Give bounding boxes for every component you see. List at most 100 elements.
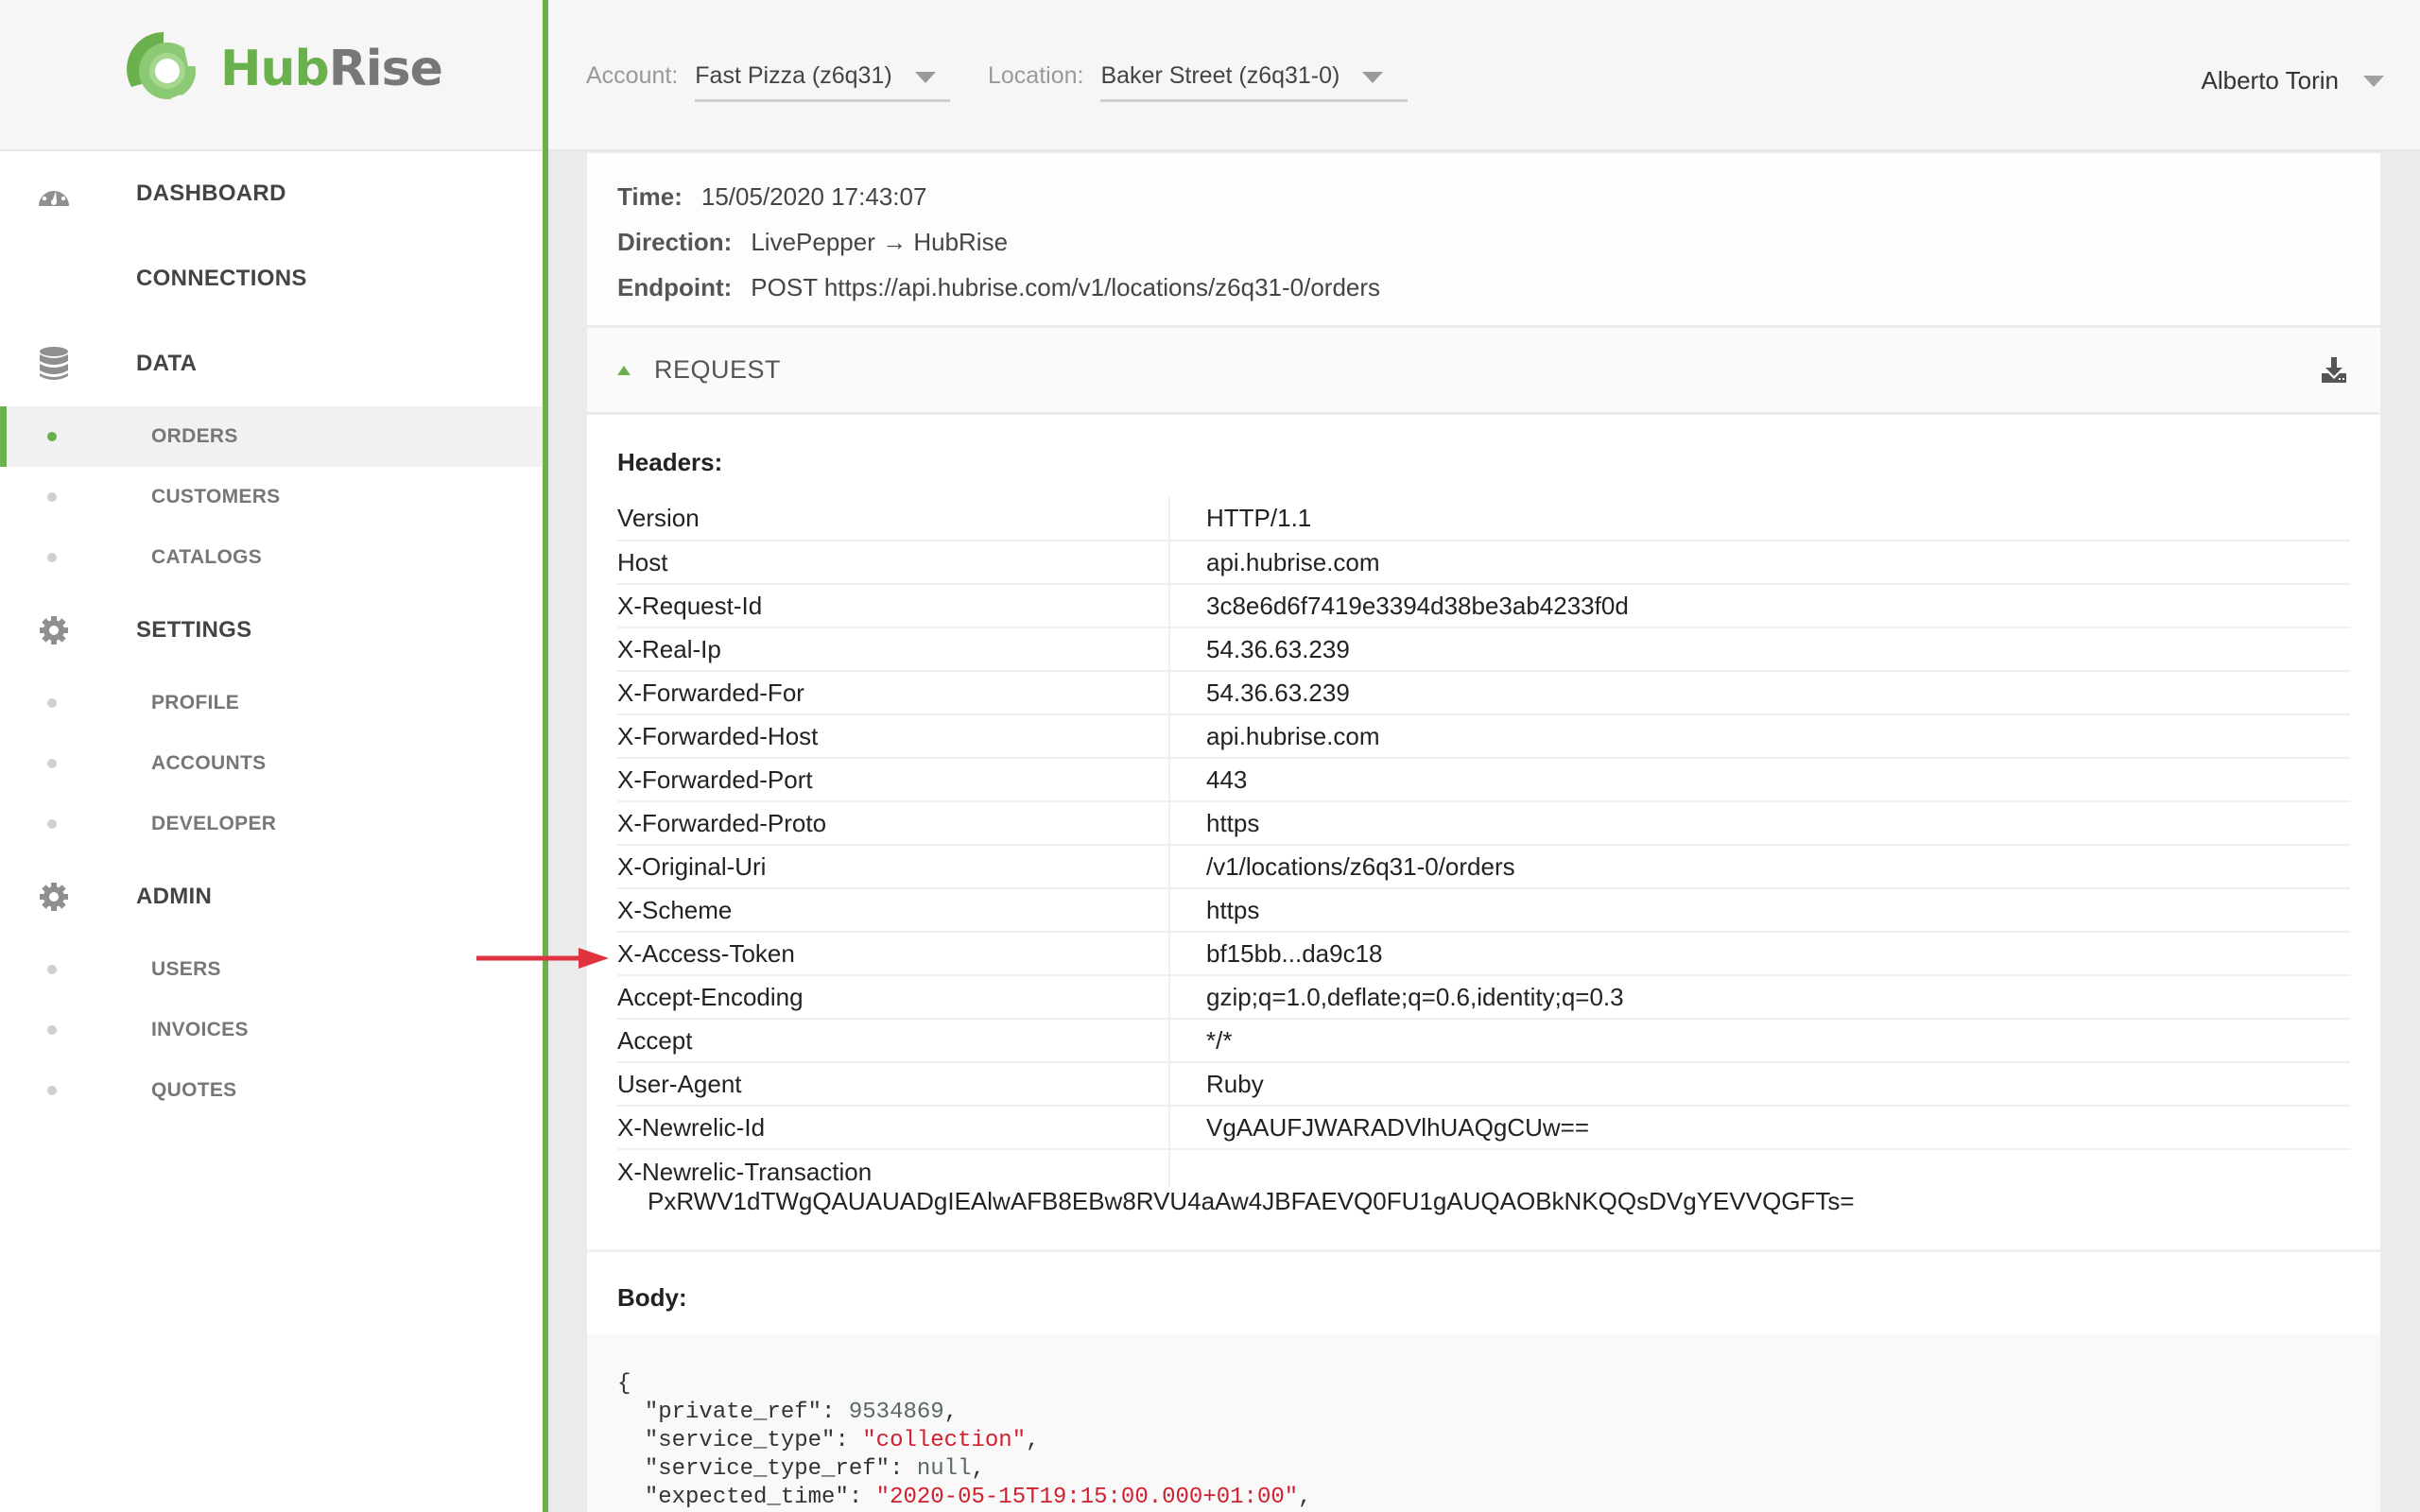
code-value: null — [916, 1456, 972, 1482]
direction-label: Direction: — [617, 228, 733, 256]
header-key: X-Original-Uri — [617, 845, 1170, 889]
direction-value: LivePepper → HubRise — [751, 228, 1009, 256]
sidebar-item-developer[interactable]: DEVELOPER — [0, 794, 543, 854]
collapse-triangle-icon[interactable] — [617, 365, 631, 375]
dashboard-icon — [36, 176, 72, 212]
location-dropdown[interactable]: Baker Street (z6q31-0) — [1100, 57, 1409, 102]
body-title: Body: — [617, 1283, 687, 1312]
chevron-down-icon — [1362, 72, 1384, 83]
code-value: 9534869 — [848, 1400, 944, 1425]
sidebar-accent-divider — [543, 0, 548, 1512]
header-key: X-Newrelic-Id — [617, 1106, 1170, 1150]
direction-row: Direction: LivePepper → HubRise — [617, 219, 2350, 265]
sidebar-item-customers[interactable]: CUSTOMERS — [0, 467, 543, 527]
sidebar-item-connections[interactable]: CONNECTIONS — [0, 236, 543, 321]
user-menu[interactable]: Alberto Torin — [2201, 66, 2384, 95]
dot-icon — [47, 759, 57, 768]
sidebar-item-label: SETTINGS — [136, 617, 252, 643]
request-section-header[interactable]: REQUEST — [587, 328, 2380, 415]
request-body-code: { "private_ref": 9534869, "service_type"… — [587, 1334, 2380, 1512]
account-selector[interactable]: Account: Fast Pizza (z6q31) — [586, 57, 951, 102]
header-key: X-Forwarded-Host — [617, 714, 1170, 759]
dot-icon — [47, 553, 57, 562]
code-line: "private_ref": 9534869, — [617, 1399, 2350, 1427]
header-key: X-Scheme — [617, 888, 1170, 933]
gear-icon — [36, 612, 72, 648]
header-row: X-Forwarded-For 54.36.63.239 — [617, 671, 2350, 715]
dot-icon — [47, 698, 57, 708]
header-row: Accept */* — [617, 1019, 2350, 1063]
code-value: "collection" — [862, 1428, 1027, 1453]
dot-icon — [47, 1086, 57, 1095]
header-key: Accept — [617, 1019, 1170, 1063]
sidebar-item-invoices[interactable]: INVOICES — [0, 1000, 543, 1060]
time-label: Time: — [617, 182, 683, 211]
sidebar-nav: DASHBOARD CONNECTIONS DATA ORDERS CUSTOM… — [0, 151, 543, 1121]
header-value: gzip;q=1.0,deflate;q=0.6,identity;q=0.3 — [1169, 975, 2350, 1020]
header-row: Version HTTP/1.1 — [617, 497, 2350, 541]
code-punct: , — [943, 1400, 959, 1425]
header-key: X-Real-Ip — [617, 627, 1170, 672]
database-icon — [36, 346, 72, 382]
sidebar-item-users[interactable]: USERS — [0, 939, 543, 1000]
user-name: Alberto Torin — [2201, 66, 2340, 94]
sidebar-item-admin[interactable]: ADMIN — [0, 854, 543, 939]
code-key: "service_type" — [644, 1428, 836, 1453]
header-value: api.hubrise.com — [1169, 714, 2350, 759]
log-detail-card: Time: 15/05/2020 17:43:07 Direction: LiveP… — [587, 153, 2380, 1512]
header-key: Host — [617, 541, 1170, 585]
sidebar-item-profile[interactable]: PROFILE — [0, 673, 543, 733]
header-row: User-Agent Ruby — [617, 1062, 2350, 1107]
logo-area: HubRise — [0, 0, 543, 151]
header-key: User-Agent — [617, 1062, 1170, 1107]
header-value: HTTP/1.1 — [1169, 497, 2350, 541]
header-row: Accept-Encoding gzip;q=1.0,deflate;q=0.6,… — [617, 975, 2350, 1020]
account-dropdown[interactable]: Fast Pizza (z6q31) — [695, 57, 951, 102]
header-value: /v1/locations/z6q31-0/orders — [1169, 845, 2350, 889]
code-punct: , — [971, 1456, 985, 1482]
dot-icon — [47, 1025, 57, 1035]
header-value: Ruby — [1169, 1062, 2350, 1107]
sidebar-item-quotes[interactable]: QUOTES — [0, 1060, 543, 1121]
account-value: Fast Pizza (z6q31) — [695, 62, 892, 89]
endpoint-label: Endpoint: — [617, 273, 733, 301]
code-key: "private_ref" — [644, 1400, 822, 1425]
sidebar-item-accounts[interactable]: ACCOUNTS — [0, 733, 543, 794]
sidebar-item-label: PROFILE — [151, 692, 240, 713]
code-punct: : — [821, 1400, 849, 1425]
hubrise-logo-icon — [127, 32, 198, 110]
sidebar-item-orders[interactable]: ORDERS — [0, 406, 543, 467]
sidebar-item-data[interactable]: DATA — [0, 321, 543, 406]
location-value: Baker Street (z6q31-0) — [1100, 62, 1340, 89]
sidebar-item-label: CATALOGS — [151, 546, 263, 568]
location-selector[interactable]: Location: Baker Street (z6q31-0) — [988, 57, 1409, 102]
code-line: "expected_time": "2020-05-15T19:15:00.00… — [617, 1484, 2350, 1512]
sidebar-item-catalogs[interactable]: CATALOGS — [0, 527, 543, 588]
hubrise-logo[interactable]: HubRise — [126, 28, 443, 110]
headers-table: Version HTTP/1.1 Host api.hubrise.com X-Requ… — [617, 497, 2350, 1187]
header-key: X-Request-Id — [617, 584, 1170, 628]
header-key: X-Access-Token — [617, 932, 1170, 976]
sidebar-item-dashboard[interactable]: DASHBOARD — [0, 151, 543, 236]
sidebar-item-label: ORDERS — [151, 425, 238, 447]
sidebar-item-settings[interactable]: SETTINGS — [0, 588, 543, 673]
chevron-down-icon — [2363, 75, 2384, 87]
gear-icon — [36, 879, 72, 915]
header-row: X-Original-Uri/v1/locations/z6q31-0/orde… — [617, 845, 2350, 889]
header-key: X-Forwarded-Port — [617, 758, 1170, 802]
brand-name-part2: Rise — [328, 41, 443, 97]
header-row: X-Newrelic-Transaction — [617, 1149, 2350, 1187]
header-row: X-Real-Ip 54.36.63.239 — [617, 627, 2350, 672]
header-row: Host api.hubrise.com — [617, 541, 2350, 585]
header-key: X-Newrelic-Transaction — [617, 1149, 1170, 1187]
download-icon[interactable] — [2320, 356, 2348, 385]
header-value: VgAAUFJWARADVlhUAQgCUw== — [1169, 1106, 2350, 1150]
code-line: { — [617, 1371, 631, 1397]
header-value: https — [1169, 801, 2350, 846]
time-value: 15/05/2020 17:43:07 — [700, 182, 927, 211]
active-dot-icon — [47, 432, 57, 441]
header-value: bf15bb...da9c18 — [1169, 932, 2350, 976]
topbar: Account: Fast Pizza (z6q31) Location: Ba… — [548, 0, 2420, 151]
sidebar-item-label: DASHBOARD — [136, 180, 286, 206]
